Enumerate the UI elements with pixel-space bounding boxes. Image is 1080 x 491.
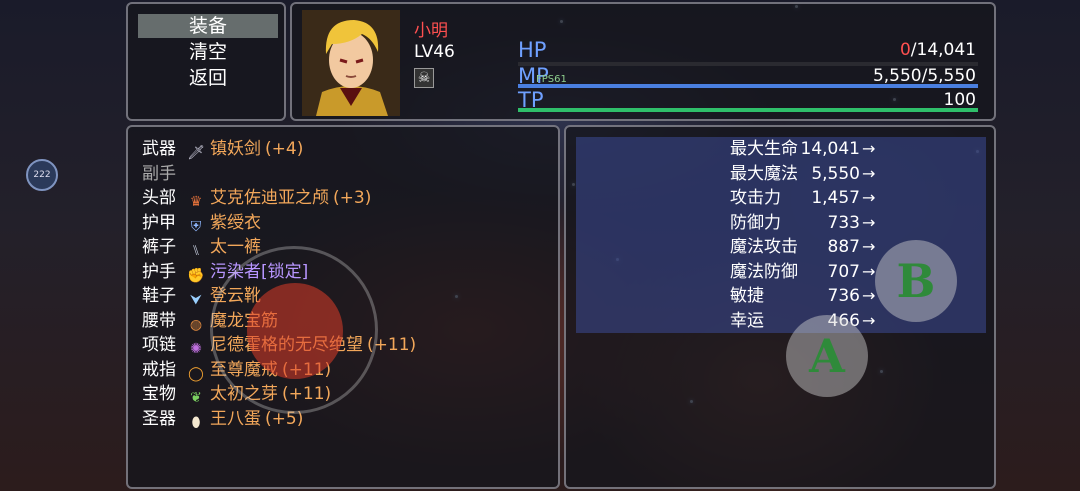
parameter-value: 733 bbox=[827, 212, 860, 233]
sword-icon: 🗡 bbox=[187, 145, 205, 161]
parameter-row: 攻击力 1,457 → bbox=[566, 186, 966, 210]
mp-gauge-fill bbox=[518, 84, 978, 88]
necklace-icon: ✺ bbox=[190, 341, 202, 357]
skull-icon: ☠ bbox=[414, 68, 434, 88]
parameter-name: 幸运 bbox=[730, 310, 764, 331]
tp-value: 100 bbox=[943, 90, 976, 110]
parameter-value: 5,550 bbox=[811, 163, 860, 184]
arrow-right-icon: → bbox=[862, 212, 876, 232]
armor-icon: ⛨ bbox=[190, 218, 202, 235]
equip-item-name: 王八蛋 bbox=[210, 408, 261, 429]
equip-item-name: 艾克佐迪亚之颅 bbox=[210, 188, 329, 208]
equip-slot-label: 护甲 bbox=[142, 212, 176, 233]
arrow-right-icon: → bbox=[862, 286, 876, 305]
equip-slot-row[interactable]: 圣器 ⬮ 王八蛋 (+5) bbox=[142, 407, 552, 431]
equip-slot-row[interactable]: 裤子 ⑊ 太一裤 bbox=[142, 235, 552, 259]
hp-label: HP bbox=[518, 38, 547, 62]
command-equip[interactable]: 装备 bbox=[138, 14, 278, 38]
gauntlet-icon: ✊ bbox=[187, 267, 205, 284]
debug-badge[interactable]: 222 bbox=[26, 159, 58, 191]
actor-status-window: 小明 LV46 ☠ HP 0/14,041 MP FPS61 5,550/5,5… bbox=[290, 2, 996, 121]
parameter-name: 魔法防御 bbox=[730, 261, 798, 282]
command-window: 装备 清空 返回 bbox=[126, 2, 286, 121]
equip-slot-label: 武器 bbox=[142, 139, 176, 159]
equip-slot-row[interactable]: 武器 🗡 镇妖剑 (+4) bbox=[142, 137, 552, 161]
equip-slot-label: 护手 bbox=[142, 261, 176, 282]
actor-portrait bbox=[302, 10, 400, 116]
parameter-name: 防御力 bbox=[730, 212, 781, 233]
ring-icon: ◯ bbox=[188, 365, 204, 382]
hp-current: 0 bbox=[899, 40, 911, 60]
equip-slot-row[interactable]: 头部 ♛ 艾克佐迪亚之颅 (+3) bbox=[142, 186, 552, 210]
parameter-value: 887 bbox=[827, 237, 860, 257]
mp-gauge bbox=[518, 84, 978, 88]
mp-value: 5,550/5,550 bbox=[872, 66, 976, 86]
command-back[interactable]: 返回 bbox=[138, 66, 278, 90]
equip-item-bonus: (+4) bbox=[265, 139, 304, 159]
button-b[interactable]: B bbox=[875, 240, 957, 322]
parameter-row: 最大生命 14,041 → bbox=[566, 137, 966, 161]
actor-level: LV46 bbox=[414, 42, 455, 62]
command-clear[interactable]: 清空 bbox=[138, 40, 278, 64]
arrow-right-icon: → bbox=[862, 139, 876, 158]
arrow-right-icon: → bbox=[862, 163, 876, 183]
parameter-name: 攻击力 bbox=[730, 188, 781, 208]
equip-slot-label: 裤子 bbox=[142, 237, 176, 257]
equip-slot-label: 项链 bbox=[142, 335, 176, 355]
equip-slot-label: 鞋子 bbox=[142, 286, 176, 306]
parameter-value: 707 bbox=[827, 261, 860, 282]
arrow-right-icon: → bbox=[862, 237, 876, 256]
equip-slot-label: 腰带 bbox=[142, 310, 176, 331]
belt-icon: ◍ bbox=[189, 316, 203, 333]
pants-icon: ⑊ bbox=[191, 243, 201, 259]
arrow-right-icon: → bbox=[862, 188, 876, 207]
equip-item-name: 紫绶衣 bbox=[210, 212, 261, 233]
joystick-knob[interactable] bbox=[247, 283, 343, 379]
equip-item-bonus: (+3) bbox=[333, 188, 372, 208]
button-a[interactable]: A bbox=[786, 315, 868, 397]
parameter-row: 最大魔法 5,550 → bbox=[566, 162, 966, 186]
parameter-row: 防御力 733 → bbox=[566, 211, 966, 235]
parameter-name: 魔法攻击 bbox=[730, 237, 798, 257]
arrow-right-icon: → bbox=[862, 261, 876, 281]
sprout-icon: ❦ bbox=[190, 390, 202, 406]
equip-slot-row[interactable]: 副手 bbox=[142, 162, 552, 186]
parameter-value: 736 bbox=[827, 286, 860, 306]
hp-max: /14,041 bbox=[910, 40, 976, 60]
equip-slot-label: 戒指 bbox=[142, 359, 176, 380]
virtual-joystick[interactable] bbox=[210, 246, 378, 414]
actor-name: 小明 bbox=[414, 21, 448, 41]
egg-icon: ⬮ bbox=[191, 414, 201, 431]
tp-gauge-fill bbox=[518, 108, 978, 112]
equip-slot-label: 圣器 bbox=[142, 408, 176, 429]
equip-slot-label: 头部 bbox=[142, 188, 176, 208]
crown-icon: ♛ bbox=[189, 194, 203, 210]
equip-item-name: 镇妖剑 bbox=[210, 139, 261, 159]
equip-slot-label: 宝物 bbox=[142, 384, 176, 404]
equip-slot-label: 副手 bbox=[142, 163, 176, 184]
hp-value: 0/14,041 bbox=[900, 40, 976, 60]
arrow-right-icon: → bbox=[862, 310, 876, 330]
parameter-name: 敏捷 bbox=[730, 286, 764, 306]
parameter-value: 1,457 bbox=[811, 188, 860, 208]
tp-gauge bbox=[518, 108, 978, 112]
parameter-name: 最大魔法 bbox=[730, 163, 798, 184]
parameter-name: 最大生命 bbox=[730, 139, 798, 159]
boots-icon: ⮟ bbox=[190, 292, 202, 308]
parameter-value: 14,041 bbox=[800, 139, 860, 159]
equip-slot-row[interactable]: 护甲 ⛨ 紫绶衣 bbox=[142, 211, 552, 235]
equip-item-name: 太一裤 bbox=[210, 237, 261, 257]
